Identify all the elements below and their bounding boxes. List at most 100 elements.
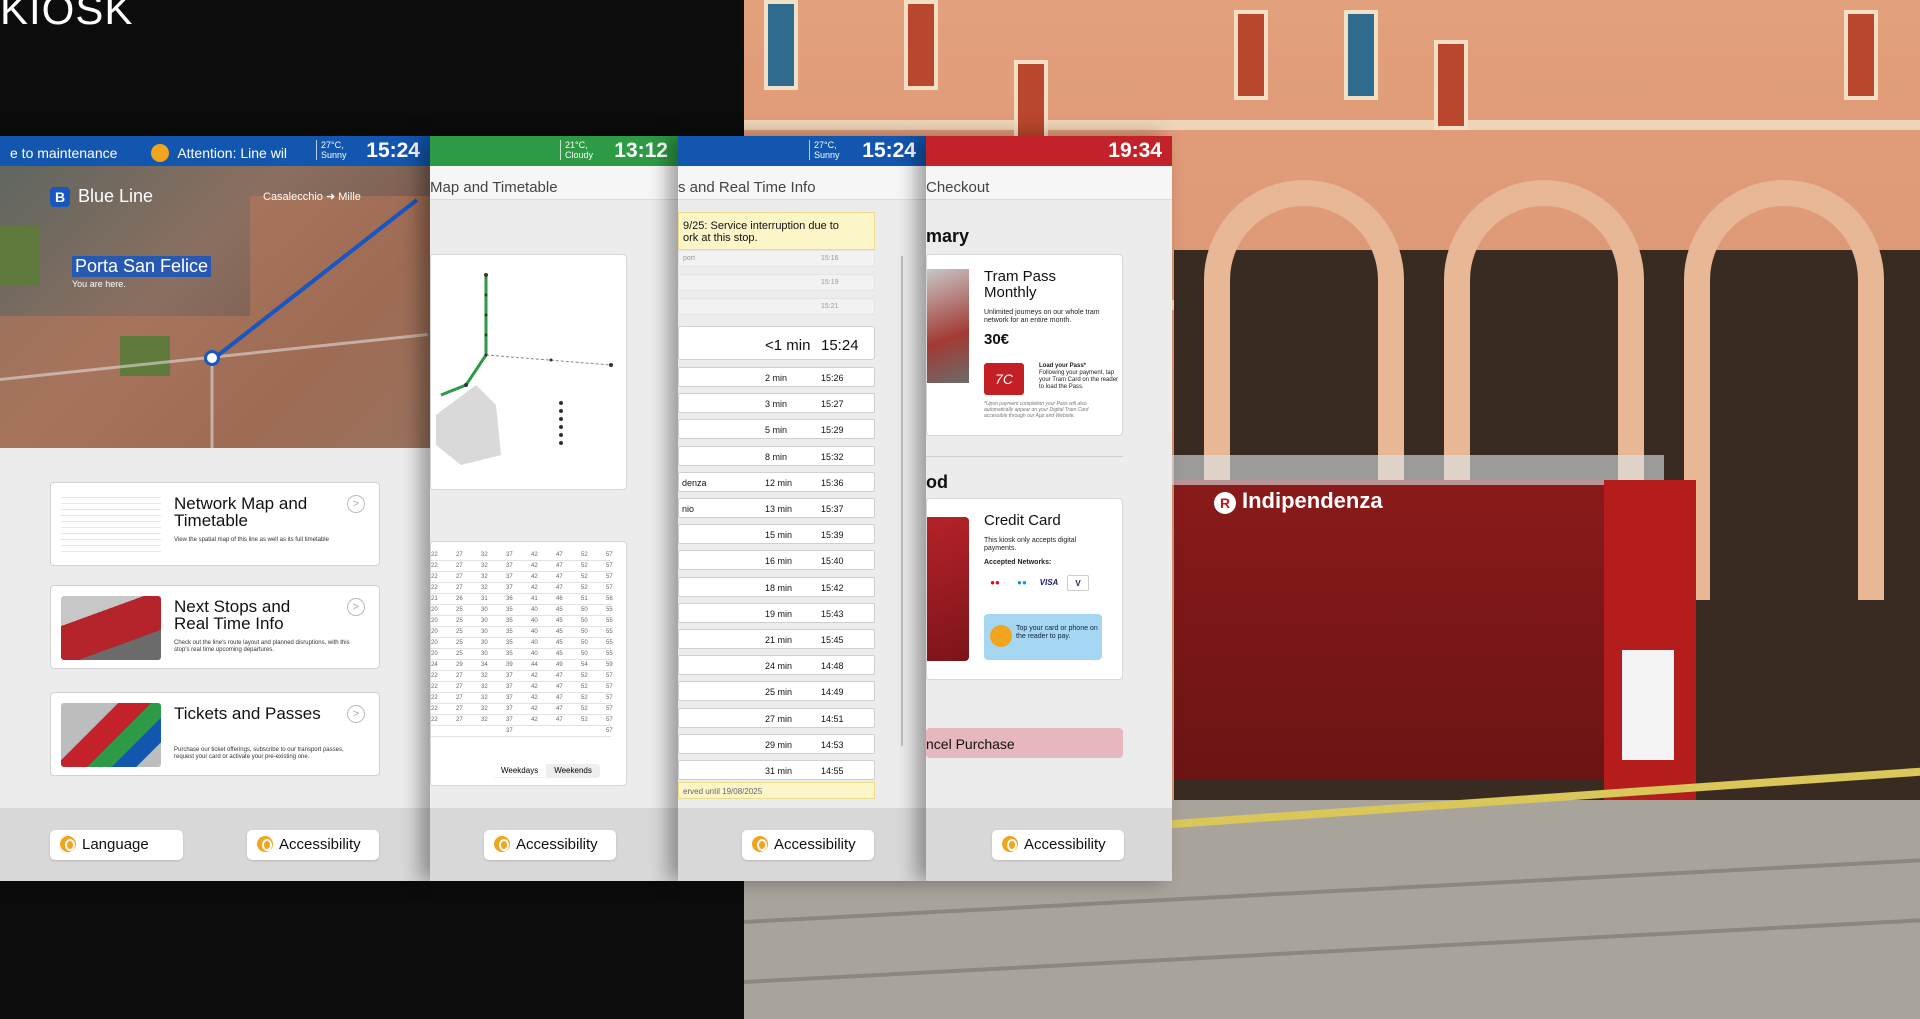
cancel-label: ncel Purchase <box>926 736 1015 752</box>
departure-row: 2 min 15:26 <box>678 367 875 387</box>
scrollbar[interactable] <box>901 256 903 746</box>
language-button[interactable]: Language <box>50 830 183 860</box>
wait-time: 21 min <box>765 635 793 645</box>
menu-card-network-map[interactable]: Network Map and Timetable View the spati… <box>50 482 380 566</box>
timetable-cell: 34 <box>481 662 488 668</box>
timetable-cell: 42 <box>531 574 538 580</box>
timetable-row: 21 26 31 36 41 46 51 56 <box>431 596 613 605</box>
timetable-cell: 37 <box>506 695 513 701</box>
screen-title: Checkout <box>926 179 990 196</box>
accessibility-button[interactable]: Accessibility <box>992 830 1124 860</box>
timetable-cell: 32 <box>481 706 488 712</box>
cancel-purchase-button[interactable]: ncel Purchase <box>926 728 1123 758</box>
product-card: Tram Pass Monthly Unlimited journeys on … <box>926 254 1123 436</box>
timetable-cell: 41 <box>531 596 538 602</box>
tab-weekends[interactable]: Weekends <box>546 764 600 777</box>
timetable-cell: 32 <box>481 552 488 558</box>
wait-time: 3 min <box>765 399 788 410</box>
menu-card-next-stops[interactable]: Next Stops and Real Time Info Check out … <box>50 585 380 669</box>
departure-row: 16 min 15:40 <box>678 550 875 571</box>
next-departure: <1 min 15:24 <box>678 326 875 360</box>
departure-time: 14:53 <box>821 739 844 750</box>
timetable-cell: 44 <box>531 662 538 668</box>
menu-card-tickets[interactable]: Tickets and Passes Purchase our ticket o… <box>50 692 380 776</box>
network-diagram[interactable] <box>430 254 627 490</box>
timetable-row: 20 25 30 35 40 45 50 55 <box>431 629 613 638</box>
timetable-cell: 50 <box>581 629 588 635</box>
tap-instruction: Top your card or phone on the reader to … <box>984 614 1102 660</box>
timetable-cell: 25 <box>456 618 463 624</box>
departure-time: 14:48 <box>821 661 844 672</box>
timetable-cell: 37 <box>506 574 513 580</box>
timetable-cell: 27 <box>456 695 463 701</box>
accessibility-icon <box>1002 836 1018 852</box>
top-bar: 19:34 <box>926 136 1172 166</box>
bottom-bar: Accessibility <box>430 808 678 881</box>
timetable-cell: 35 <box>506 640 513 646</box>
kiosk-screen-timetable: 21°C, Cloudy 13:12 Map and Timetable 22 2… <box>430 136 678 881</box>
timetable-cell: 22 <box>431 695 438 701</box>
clock: 13:12 <box>614 139 668 162</box>
accessibility-button[interactable]: Accessibility <box>484 830 616 860</box>
departure-row: 18 min 15:42 <box>678 576 875 597</box>
language-label: Language <box>82 836 149 853</box>
departure-time: 15:21 <box>821 303 839 310</box>
clock: 15:24 <box>366 139 420 162</box>
timetable-cell: 30 <box>481 629 488 635</box>
card-title: Network Map and Timetable <box>174 494 308 530</box>
current-stop-marker <box>204 350 220 366</box>
timetable-cell: 57 <box>606 673 613 679</box>
networks-label: Accepted Networks: <box>984 559 1052 566</box>
divider <box>926 456 1123 457</box>
tickets-thumbnail <box>61 703 161 767</box>
method-description: This kiosk only accepts digital payments… <box>984 537 1077 552</box>
timetable-cell: 20 <box>431 651 438 657</box>
method-title: Credit Card <box>984 512 1061 529</box>
card-description: Check out the line's route layout and pl… <box>174 640 350 653</box>
accessibility-label: Accessibility <box>516 836 598 853</box>
wait-time: 25 min <box>765 687 793 698</box>
timetable-cell: 31 <box>481 596 488 602</box>
timetable-cell: 32 <box>481 585 488 591</box>
timetable-cell: 22 <box>431 574 438 580</box>
line-map[interactable]: B Blue Line Casalecchio ➜ Mille Porta San… <box>0 166 430 448</box>
departure-row: denza 12 min 15:36 <box>678 471 875 492</box>
maestro-icon: ●● <box>1017 578 1027 587</box>
wait-time: 27 min <box>765 713 793 724</box>
wait-time: 12 min <box>765 477 793 488</box>
departure-time: 15:37 <box>821 504 844 514</box>
timetable-cell: 42 <box>531 585 538 591</box>
timetable-cell: 47 <box>556 717 563 723</box>
accessibility-icon <box>752 836 768 852</box>
timetable-cell: 20 <box>431 640 438 646</box>
departure-time: 15:45 <box>821 635 844 645</box>
timetable-cell: 25 <box>456 607 463 613</box>
top-bar: e to maintenance Attention: Line wil 27°… <box>0 136 430 166</box>
timetable-cell: 52 <box>581 574 588 580</box>
accessibility-button[interactable]: Accessibility <box>742 830 874 860</box>
timetable-cell: 45 <box>556 607 563 613</box>
departure-time: 15:29 <box>821 425 844 436</box>
timetable-cell: 52 <box>581 684 588 690</box>
load-pass-info: Load your Pass* Following your payment, … <box>1039 363 1119 391</box>
alert-line: ork at this stop. <box>683 232 758 244</box>
timetable-row: 20 25 30 35 40 45 50 55 <box>431 618 613 627</box>
tab-weekdays[interactable]: Weekdays <box>493 764 547 777</box>
timetable-cell: 55 <box>606 618 613 624</box>
past-departure-row: port 15:16 <box>678 250 875 267</box>
timetable-cell: 47 <box>556 585 563 591</box>
route-to: Mille <box>338 191 361 203</box>
product-title: Tram Pass Monthly <box>984 268 1056 301</box>
departure-row: 24 min 14:48 <box>678 655 875 676</box>
timetable-cell: 35 <box>506 607 513 613</box>
weather-condition: Cloudy <box>565 150 594 160</box>
timetable-cell: 27 <box>456 552 463 558</box>
timetable-cell: 30 <box>481 640 488 646</box>
arch <box>1684 180 1884 600</box>
weather-temp: 21°C, <box>565 140 588 150</box>
vpay-icon: V <box>1067 575 1089 591</box>
accessibility-label: Accessibility <box>279 836 361 853</box>
past-departure-row: 15:21 <box>678 298 875 315</box>
timetable-cell: 57 <box>606 585 613 591</box>
accessibility-button[interactable]: Accessibility <box>247 830 379 860</box>
